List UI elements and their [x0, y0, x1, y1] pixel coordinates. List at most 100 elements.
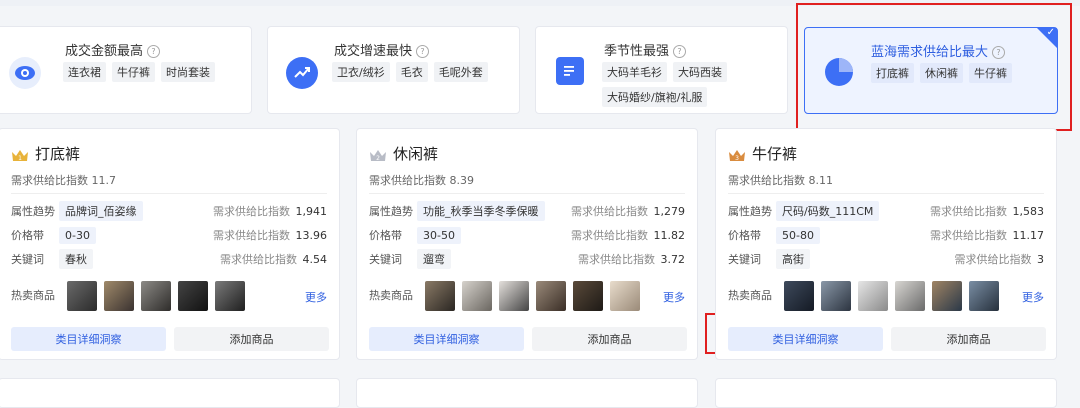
- help-icon[interactable]: ?: [673, 45, 687, 58]
- row-metric: 需求供给比指数 11.82: [571, 229, 685, 242]
- hot-products: [425, 281, 640, 311]
- row-value[interactable]: 功能_秋季当季冬季保暖: [417, 201, 545, 221]
- filter-tags: 卫衣/绒衫 毛衣 毛呢外套: [332, 62, 488, 82]
- product-thumbnail[interactable]: [141, 281, 171, 311]
- category-card-next: [715, 378, 1057, 408]
- svg-text:3: 3: [735, 155, 739, 162]
- filter-tile-gmv[interactable]: 成交金额最高? 连衣裙 牛仔裤 时尚套装: [0, 26, 252, 114]
- keyword-row: 关键词 春秋 需求供给比指数 4.54: [11, 249, 327, 269]
- crown-icon: 2: [370, 150, 386, 162]
- filter-tile-growth[interactable]: 成交增速最快? 卫衣/绒衫 毛衣 毛呢外套: [267, 26, 520, 114]
- filter-tag[interactable]: 大码西装: [673, 62, 727, 82]
- row-value[interactable]: 春秋: [59, 249, 93, 269]
- category-insight-button[interactable]: 类目详细洞察: [728, 327, 883, 351]
- hot-products: [67, 281, 245, 311]
- product-thumbnail[interactable]: [784, 281, 814, 311]
- row-metric: 需求供给比指数 13.96: [213, 229, 327, 242]
- category-card-next: [356, 378, 698, 408]
- product-thumbnail[interactable]: [932, 281, 962, 311]
- filter-tile-seasonal[interactable]: 季节性最强? 大码羊毛衫 大码西装 大码婚纱/旗袍/礼服: [535, 26, 788, 114]
- document-icon: [556, 57, 584, 85]
- category-card: 3 牛仔裤 需求供给比指数 8.11 属性趋势 尺码/码数_111CM 需求供给…: [715, 128, 1057, 360]
- crown-icon: 3: [729, 150, 745, 162]
- product-thumbnail[interactable]: [67, 281, 97, 311]
- row-value[interactable]: 30-50: [417, 226, 461, 244]
- category-card: 1 打底裤 需求供给比指数 11.7 属性趋势 品牌词_佰姿缘 需求供给比指数 …: [0, 128, 340, 360]
- filter-tag[interactable]: 大码婚纱/旗袍/礼服: [602, 87, 708, 107]
- category-insight-button[interactable]: 类目详细洞察: [11, 327, 166, 351]
- add-product-button[interactable]: 添加商品: [891, 327, 1046, 351]
- product-thumbnail[interactable]: [178, 281, 208, 311]
- price-row: 价格带 30-50 需求供给比指数 11.82: [369, 225, 685, 245]
- product-thumbnail[interactable]: [858, 281, 888, 311]
- filter-tag[interactable]: 大码羊毛衫: [602, 62, 667, 82]
- filter-title: 季节性最强?: [604, 40, 687, 59]
- product-thumbnail[interactable]: [104, 281, 134, 311]
- more-link[interactable]: 更多: [305, 289, 327, 305]
- filter-tag[interactable]: 时尚套装: [161, 62, 215, 82]
- price-row: 价格带 50-80 需求供给比指数 11.17: [728, 225, 1044, 245]
- filter-title: 成交金额最高?: [65, 40, 161, 59]
- trend-up-icon: [286, 57, 318, 89]
- filter-tag[interactable]: 卫衣/绒衫: [332, 62, 390, 82]
- category-card-next: [0, 378, 340, 408]
- hot-products-label: 热卖商品: [728, 289, 772, 302]
- product-thumbnail[interactable]: [895, 281, 925, 311]
- row-label: 关键词: [11, 253, 44, 266]
- row-value[interactable]: 高街: [776, 249, 810, 269]
- row-metric: 需求供给比指数 3.72: [578, 253, 685, 266]
- product-thumbnail[interactable]: [573, 281, 603, 311]
- supply-demand-index: 需求供给比指数 8.11: [728, 174, 833, 187]
- row-value[interactable]: 50-80: [776, 226, 820, 244]
- row-value[interactable]: 遛弯: [417, 249, 451, 269]
- hot-products-label: 热卖商品: [11, 289, 55, 302]
- more-link[interactable]: 更多: [1022, 289, 1044, 305]
- row-label: 价格带: [728, 229, 761, 242]
- product-thumbnail[interactable]: [499, 281, 529, 311]
- row-metric: 需求供给比指数 1,279: [571, 205, 685, 218]
- divider: [728, 193, 1044, 194]
- product-thumbnail[interactable]: [610, 281, 640, 311]
- product-thumbnail[interactable]: [536, 281, 566, 311]
- trend-row: 属性趋势 尺码/码数_111CM 需求供给比指数 1,583: [728, 201, 1044, 221]
- trend-row: 属性趋势 品牌词_佰姿缘 需求供给比指数 1,941: [11, 201, 327, 221]
- product-thumbnail[interactable]: [425, 281, 455, 311]
- more-link[interactable]: 更多: [663, 289, 685, 305]
- price-row: 价格带 0-30 需求供给比指数 13.96: [11, 225, 327, 245]
- row-label: 关键词: [369, 253, 402, 266]
- hot-products-label: 热卖商品: [369, 289, 413, 302]
- product-thumbnail[interactable]: [462, 281, 492, 311]
- svg-text:1: 1: [18, 155, 22, 162]
- row-value[interactable]: 品牌词_佰姿缘: [59, 201, 143, 221]
- supply-demand-index: 需求供给比指数 11.7: [11, 174, 116, 187]
- filter-tags: 大码羊毛衫 大码西装 大码婚纱/旗袍/礼服: [602, 62, 782, 107]
- product-thumbnail[interactable]: [821, 281, 851, 311]
- category-insight-button[interactable]: 类目详细洞察: [369, 327, 524, 351]
- product-thumbnail[interactable]: [969, 281, 999, 311]
- row-label: 属性趋势: [11, 205, 55, 218]
- svg-text:2: 2: [376, 155, 380, 162]
- row-metric: 需求供给比指数 1,583: [930, 205, 1044, 218]
- eye-icon: [9, 57, 41, 89]
- add-product-button[interactable]: 添加商品: [174, 327, 329, 351]
- row-metric: 需求供给比指数 4.54: [220, 253, 327, 266]
- filter-tag[interactable]: 毛呢外套: [433, 62, 488, 82]
- product-thumbnail[interactable]: [215, 281, 245, 311]
- help-icon[interactable]: ?: [416, 45, 430, 58]
- filter-tag[interactable]: 牛仔裤: [112, 62, 155, 82]
- keyword-row: 关键词 高街 需求供给比指数 3: [728, 249, 1044, 269]
- help-icon[interactable]: ?: [147, 45, 161, 58]
- keyword-row: 关键词 遛弯 需求供给比指数 3.72: [369, 249, 685, 269]
- row-metric: 需求供给比指数 3: [954, 253, 1045, 266]
- row-value[interactable]: 尺码/码数_111CM: [776, 201, 880, 221]
- filter-tag[interactable]: 毛衣: [395, 62, 428, 82]
- row-value[interactable]: 0-30: [59, 226, 96, 244]
- divider: [11, 193, 327, 194]
- category-name: 打底裤: [35, 145, 81, 163]
- filter-tag[interactable]: 连衣裙: [63, 62, 106, 82]
- add-product-button[interactable]: 添加商品: [532, 327, 687, 351]
- row-label: 属性趋势: [369, 205, 413, 218]
- filter-tags: 连衣裙 牛仔裤 时尚套装: [63, 62, 215, 82]
- row-label: 属性趋势: [728, 205, 772, 218]
- row-metric: 需求供给比指数 11.17: [930, 229, 1044, 242]
